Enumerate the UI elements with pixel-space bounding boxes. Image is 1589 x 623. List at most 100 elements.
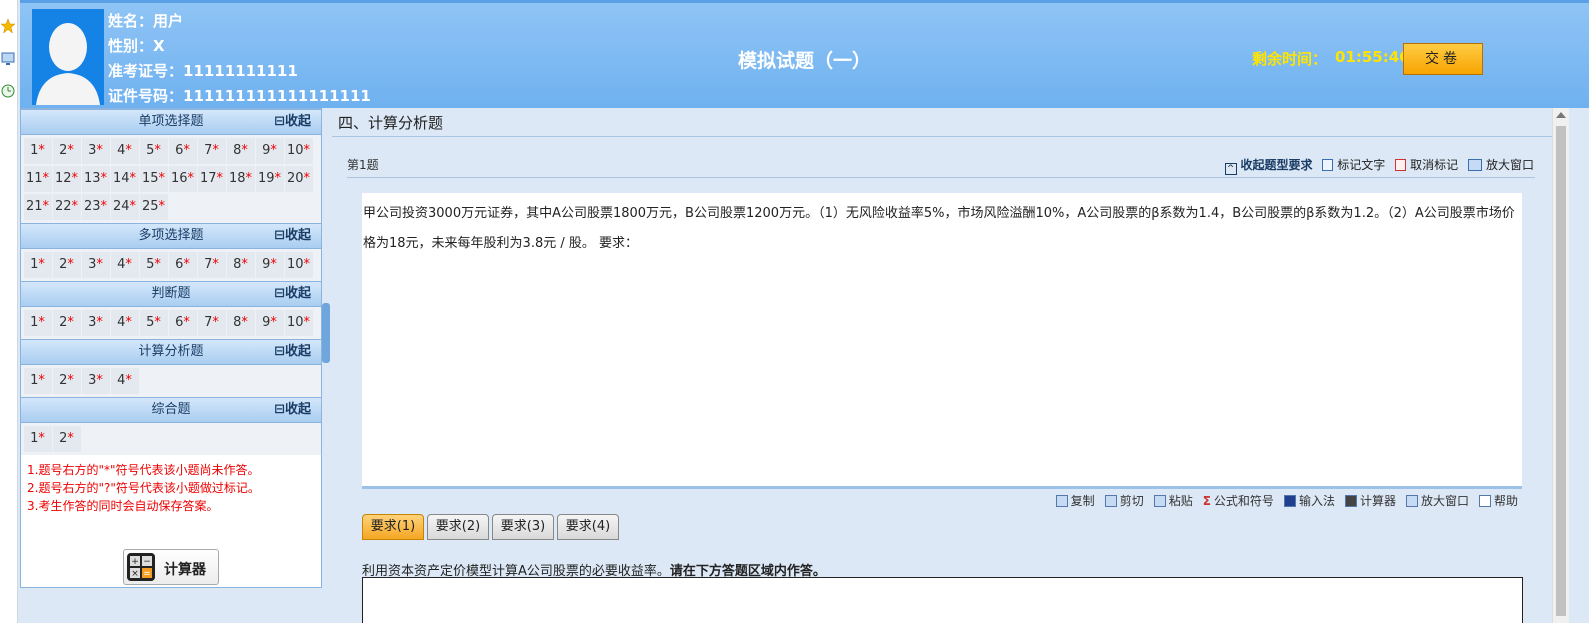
question-cell[interactable]: 24* <box>110 194 139 220</box>
question-cell[interactable]: 2* <box>52 426 81 452</box>
collapse-requirements-button[interactable]: ^ 收起题型要求 <box>1224 156 1313 175</box>
answer-area[interactable] <box>362 577 1523 623</box>
monitor-icon[interactable] <box>0 51 16 67</box>
question-cell[interactable]: 6* <box>168 138 197 164</box>
question-cell[interactable]: 19* <box>255 166 284 192</box>
section-collapse-button[interactable]: ⊟收起 <box>274 398 311 422</box>
enlarge-icon <box>1405 495 1418 507</box>
submit-exam-button[interactable]: 交卷 <box>1403 43 1483 75</box>
question-cell[interactable]: 17* <box>197 166 226 192</box>
section-title: 判断题 <box>151 286 191 301</box>
section-header: 判断题 ⊟收起 <box>21 281 321 307</box>
question-cell-number: 16 <box>170 171 188 186</box>
question-cell[interactable]: 18* <box>226 166 255 192</box>
question-cell[interactable]: 4* <box>110 252 139 278</box>
unanswered-mark: * <box>67 257 74 272</box>
question-cell[interactable]: 9* <box>255 310 284 336</box>
question-cell[interactable]: 13* <box>81 166 110 192</box>
question-cell[interactable]: 8* <box>226 252 255 278</box>
unanswered-mark: * <box>67 431 74 446</box>
question-cell[interactable]: 5* <box>139 310 168 336</box>
help-button[interactable]: 帮助 <box>1478 492 1518 509</box>
question-cell[interactable]: 3* <box>81 138 110 164</box>
question-cell[interactable]: 2* <box>52 310 81 336</box>
tab-requirement-3[interactable]: 要求(3) <box>492 514 554 540</box>
unanswered-mark: * <box>270 257 277 272</box>
panel-splitter[interactable] <box>322 108 332 623</box>
question-cell[interactable]: 7* <box>197 252 226 278</box>
question-cell[interactable]: 14* <box>110 166 139 192</box>
cut-button[interactable]: 剪切 <box>1104 492 1144 509</box>
question-cell[interactable]: 25* <box>139 194 168 220</box>
tab-requirement-2[interactable]: 要求(2) <box>427 514 489 540</box>
question-cell[interactable]: 5* <box>139 252 168 278</box>
collapse-requirements-label: 收起题型要求 <box>1240 158 1313 172</box>
question-cell[interactable]: 22* <box>52 194 81 220</box>
question-cell[interactable]: 2* <box>52 138 81 164</box>
formula-button[interactable]: Σ 公式和符号 <box>1203 492 1274 509</box>
note-line: 1.题号右方的"*"符号代表该小题尚未作答。 <box>27 463 260 477</box>
question-cell[interactable]: 15* <box>139 166 168 192</box>
question-cell[interactable]: 6* <box>168 252 197 278</box>
question-cell[interactable]: 1* <box>23 368 52 394</box>
question-cell[interactable]: 3* <box>81 368 110 394</box>
question-cell[interactable]: 8* <box>226 138 255 164</box>
tab-requirement-4[interactable]: 要求(4) <box>557 514 619 540</box>
question-cell[interactable]: 23* <box>81 194 110 220</box>
question-cell[interactable]: 3* <box>81 252 110 278</box>
scrollbar-thumb[interactable] <box>1556 126 1566 616</box>
copy-button[interactable]: 复制 <box>1055 492 1095 509</box>
calculator-button[interactable]: + − × = 计算器 <box>123 549 219 585</box>
toolbar-calculator-button[interactable]: 计算器 <box>1344 492 1396 509</box>
answer-enlarge-button[interactable]: 放大窗口 <box>1405 492 1469 509</box>
question-cell[interactable]: 9* <box>255 252 284 278</box>
scroll-up-arrow-icon[interactable] <box>1556 112 1566 118</box>
tab-requirement-1[interactable]: 要求(1) <box>362 514 424 540</box>
question-cell[interactable]: 10* <box>284 252 313 278</box>
question-cell[interactable]: 4* <box>110 368 139 394</box>
note-line: 3.考生作答的同时会自动保存答案。 <box>27 499 219 513</box>
question-cell[interactable]: 1* <box>23 426 52 452</box>
unmark-button[interactable]: 取消标记 <box>1395 156 1458 175</box>
section-collapse-button[interactable]: ⊟收起 <box>274 340 311 364</box>
question-cell[interactable]: 11* <box>23 166 52 192</box>
section-collapse-button[interactable]: ⊟收起 <box>274 282 311 306</box>
question-cell[interactable]: 4* <box>110 138 139 164</box>
question-cell[interactable]: 2* <box>52 368 81 394</box>
question-cell[interactable]: 7* <box>197 310 226 336</box>
question-cell[interactable]: 20* <box>284 166 313 192</box>
question-cell[interactable]: 3* <box>81 310 110 336</box>
star-icon[interactable] <box>0 18 16 34</box>
input-method-button[interactable]: 输入法 <box>1283 492 1335 509</box>
question-cell[interactable]: 1* <box>23 138 52 164</box>
paste-button[interactable]: 粘贴 <box>1153 492 1193 509</box>
section-header: 单项选择题 ⊟收起 <box>21 109 321 135</box>
unanswered-mark: * <box>303 315 311 330</box>
question-cell[interactable]: 1* <box>23 310 52 336</box>
question-cell[interactable]: 5* <box>139 138 168 164</box>
enlarge-window-button[interactable]: 放大窗口 <box>1468 156 1534 175</box>
mark-text-label: 标记文字 <box>1337 158 1386 172</box>
collapse-handle[interactable] <box>322 303 330 363</box>
question-cell[interactable]: 10* <box>284 310 313 336</box>
question-cell[interactable]: 16* <box>168 166 197 192</box>
question-cell[interactable]: 4* <box>110 310 139 336</box>
question-cell[interactable]: 6* <box>168 310 197 336</box>
unanswered-mark: * <box>187 171 195 186</box>
section-collapse-button[interactable]: ⊟收起 <box>274 110 311 134</box>
paste-label: 粘贴 <box>1168 494 1193 508</box>
mark-text-button[interactable]: 标记文字 <box>1322 156 1385 175</box>
question-cell[interactable]: 21* <box>23 194 52 220</box>
vertical-scrollbar[interactable] <box>1552 108 1569 623</box>
question-cell[interactable]: 1* <box>23 252 52 278</box>
question-cell[interactable]: 2* <box>52 252 81 278</box>
question-cell[interactable]: 12* <box>52 166 81 192</box>
question-cell[interactable]: 8* <box>226 310 255 336</box>
question-cell[interactable]: 7* <box>197 138 226 164</box>
section-collapse-button[interactable]: ⊟收起 <box>274 224 311 248</box>
question-cell-number: 15 <box>141 171 159 186</box>
clock-icon[interactable] <box>0 83 16 99</box>
question-cell[interactable]: 9* <box>255 138 284 164</box>
question-cell[interactable]: 10* <box>284 138 313 164</box>
unanswered-mark: * <box>183 315 190 330</box>
